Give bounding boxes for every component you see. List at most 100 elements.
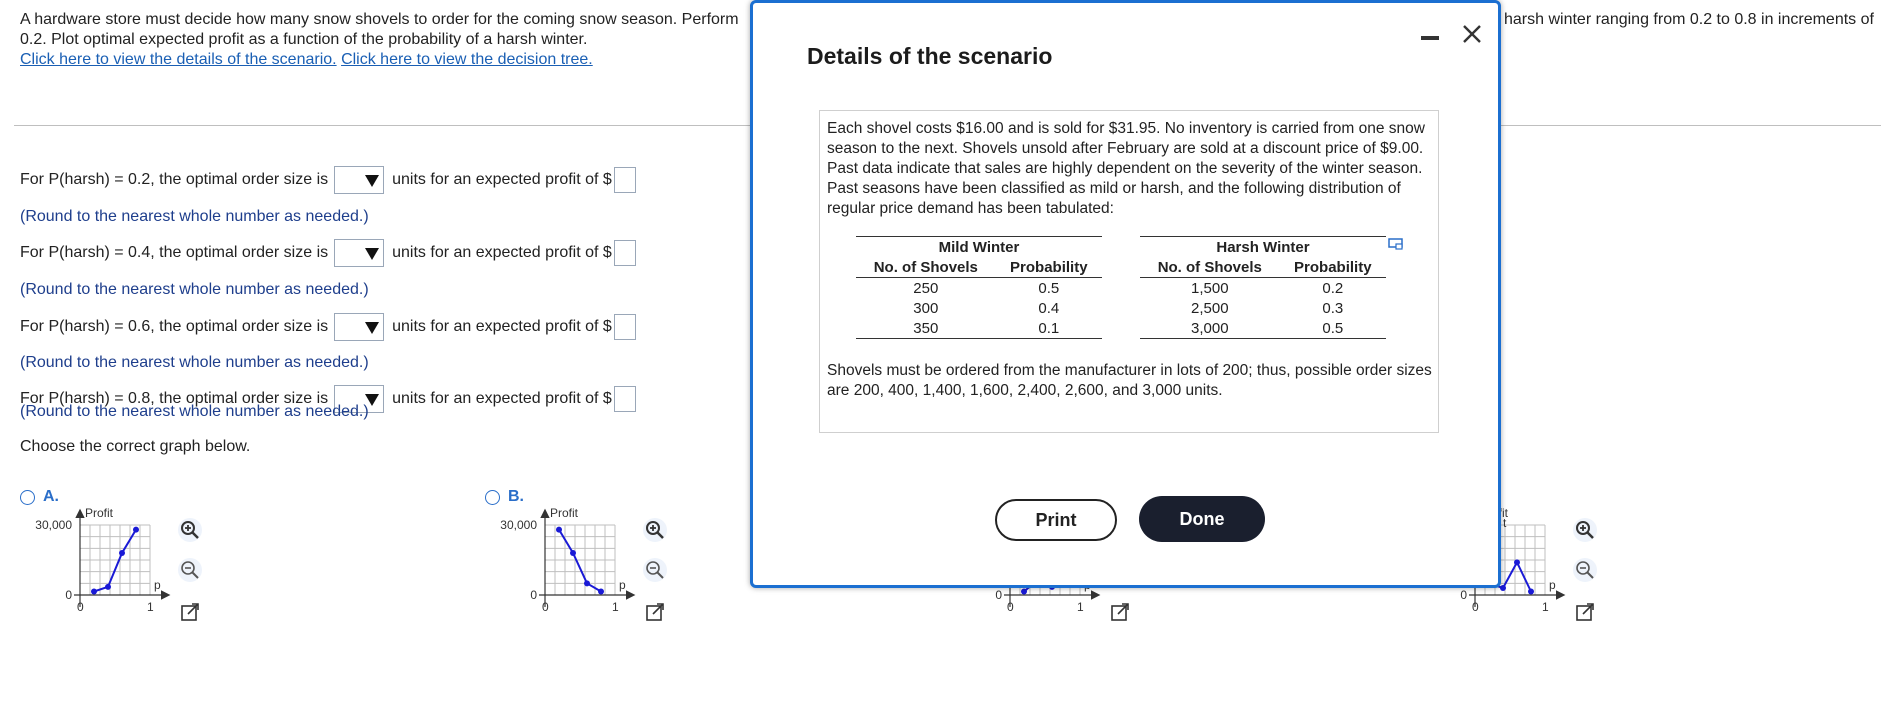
- harsh-probability: 0.5: [1279, 318, 1386, 339]
- data-point: [133, 526, 139, 533]
- done-button[interactable]: Done: [1139, 496, 1265, 542]
- col-header-probability: Probability: [995, 257, 1102, 278]
- harsh-shovels: 3,000: [1139, 318, 1280, 339]
- question-row-3: For P(harsh) = 0.6, the optimal order si…: [20, 313, 636, 341]
- y-tick-label: 0: [995, 588, 1002, 602]
- question-2-prefix: For P(harsh) = 0.4, the optimal order si…: [20, 244, 329, 261]
- data-point: [119, 550, 125, 556]
- mild-probability: 0.5: [1038, 279, 1060, 297]
- mild-shovels: 300: [913, 299, 939, 317]
- option-a-label: A.: [43, 488, 59, 505]
- data-point: [584, 580, 590, 587]
- question-row-2: For P(harsh) = 0.4, the optimal order si…: [20, 239, 636, 267]
- scenario-paragraph-1: Each shovel costs $16.00 and is sold for…: [827, 120, 1425, 217]
- order-size-dropdown-1[interactable]: [334, 166, 385, 194]
- option-a-radio[interactable]: [20, 489, 35, 505]
- harsh-shovels: 2,500: [1191, 299, 1229, 317]
- open-external-icon[interactable]: [1571, 598, 1599, 626]
- question-3-hint: (Round to the nearest whole number as ne…: [20, 354, 369, 371]
- data-point: [1021, 588, 1027, 595]
- zoom-out-icon[interactable]: [176, 556, 204, 584]
- option-b-radio[interactable]: [485, 489, 500, 505]
- question-4-hint: (Round to the nearest whole number as ne…: [20, 403, 369, 420]
- col-header-probability: Probability: [1279, 257, 1386, 278]
- profit-input-3[interactable]: [613, 314, 636, 340]
- mild-shovels: 350: [856, 318, 996, 339]
- dropdown-arrow-icon: [365, 322, 380, 334]
- zoom-in-icon[interactable]: [176, 516, 204, 544]
- harsh-shovels: 1,500: [1191, 279, 1229, 297]
- mild-probability: 0.1: [995, 318, 1102, 339]
- data-point: [1514, 559, 1520, 566]
- table-row: 250 0.5 1,500 0.2: [856, 278, 1386, 299]
- col-header-shovels: No. of Shovels: [856, 257, 996, 278]
- close-icon[interactable]: [1459, 21, 1485, 47]
- view-scenario-link[interactable]: Click here to view the details of the sc…: [20, 51, 337, 68]
- data-point: [1500, 585, 1506, 591]
- zoom-out-icon[interactable]: [641, 556, 669, 584]
- y-axis-label: Profit: [550, 506, 579, 520]
- mild-winter-header: Mild Winter: [856, 236, 1102, 257]
- zoom-in-icon[interactable]: [641, 516, 669, 544]
- dialog-title: Details of the scenario: [807, 43, 1053, 69]
- table-row: 300 0.4 2,500 0.3: [856, 298, 1386, 318]
- x-tick-label: 0: [77, 600, 84, 614]
- print-button[interactable]: Print: [995, 499, 1117, 541]
- table-row: 350 0.1 3,000 0.5: [856, 318, 1386, 339]
- scenario-panel: Each shovel costs $16.00 and is sold for…: [819, 110, 1439, 433]
- scenario-details-dialog: Details of the scenario Each shovel cost…: [750, 0, 1501, 588]
- copy-table-icon[interactable]: [1388, 238, 1404, 250]
- mild-shovels: 250: [913, 279, 939, 297]
- col-header-shovels: No. of Shovels: [1139, 257, 1280, 278]
- data-point: [570, 550, 576, 556]
- harsh-winter-header: Harsh Winter: [1139, 236, 1386, 257]
- y-tick-label: 30,000: [35, 518, 72, 532]
- dropdown-arrow-icon: [365, 248, 380, 260]
- x-tick-label: 0: [1472, 600, 1479, 614]
- question-1-hint: (Round to the nearest whole number as ne…: [20, 208, 369, 225]
- question-2-hint: (Round to the nearest whole number as ne…: [20, 281, 369, 298]
- open-external-icon[interactable]: [641, 598, 669, 626]
- open-external-icon[interactable]: [176, 598, 204, 626]
- y-tick-label: 0: [1460, 588, 1467, 602]
- order-size-dropdown-2[interactable]: [334, 239, 385, 267]
- harsh-probability: 0.3: [1322, 299, 1344, 317]
- data-point: [598, 588, 604, 595]
- y-tick-label: 30,000: [500, 518, 537, 532]
- profit-input-1[interactable]: [613, 167, 636, 193]
- profit-input-4[interactable]: [613, 386, 636, 412]
- open-external-icon[interactable]: [1106, 598, 1134, 626]
- data-point: [1528, 588, 1534, 595]
- data-point: [91, 588, 97, 595]
- option-b-label: B.: [508, 488, 524, 505]
- dropdown-arrow-icon: [365, 175, 380, 187]
- question-2-middle: units for an expected profit of $: [392, 244, 612, 261]
- view-decision-tree-link[interactable]: Click here to view the decision tree.: [341, 51, 593, 68]
- zoom-in-icon[interactable]: [1571, 516, 1599, 544]
- y-tick-label: 0: [530, 588, 537, 602]
- y-axis-label: Profit: [85, 506, 114, 520]
- minimize-icon[interactable]: [1421, 36, 1439, 40]
- question-3-prefix: For P(harsh) = 0.6, the optimal order si…: [20, 318, 329, 335]
- data-point: [105, 583, 111, 590]
- option-a[interactable]: A.: [20, 488, 59, 506]
- y-tick-label: 0: [65, 588, 72, 602]
- option-b[interactable]: B.: [485, 488, 524, 506]
- order-size-dropdown-3[interactable]: [334, 313, 385, 341]
- graph-prompt: Choose the correct graph below.: [20, 438, 251, 455]
- x-tick-label: 0: [542, 600, 549, 614]
- zoom-out-icon[interactable]: [1571, 556, 1599, 584]
- harsh-probability: 0.2: [1322, 279, 1344, 297]
- question-3-middle: units for an expected profit of $: [392, 318, 612, 335]
- data-point: [556, 526, 562, 533]
- profit-input-2[interactable]: [613, 240, 636, 266]
- graph-option-b: Profit 30,000 0 p 0 1: [500, 506, 636, 614]
- problem-line-1-right: harsh winter ranging from 0.2 to 0.8 in …: [1504, 11, 1874, 28]
- x-tick-label: 1: [1077, 600, 1084, 614]
- x-tick-label: 1: [1542, 600, 1549, 614]
- x-tick-label: 1: [612, 600, 619, 614]
- mild-probability: 0.4: [1038, 299, 1060, 317]
- question-1-prefix: For P(harsh) = 0.2, the optimal order si…: [20, 171, 329, 188]
- question-1-middle: units for an expected profit of $: [392, 171, 612, 188]
- x-axis-label: p: [154, 578, 161, 592]
